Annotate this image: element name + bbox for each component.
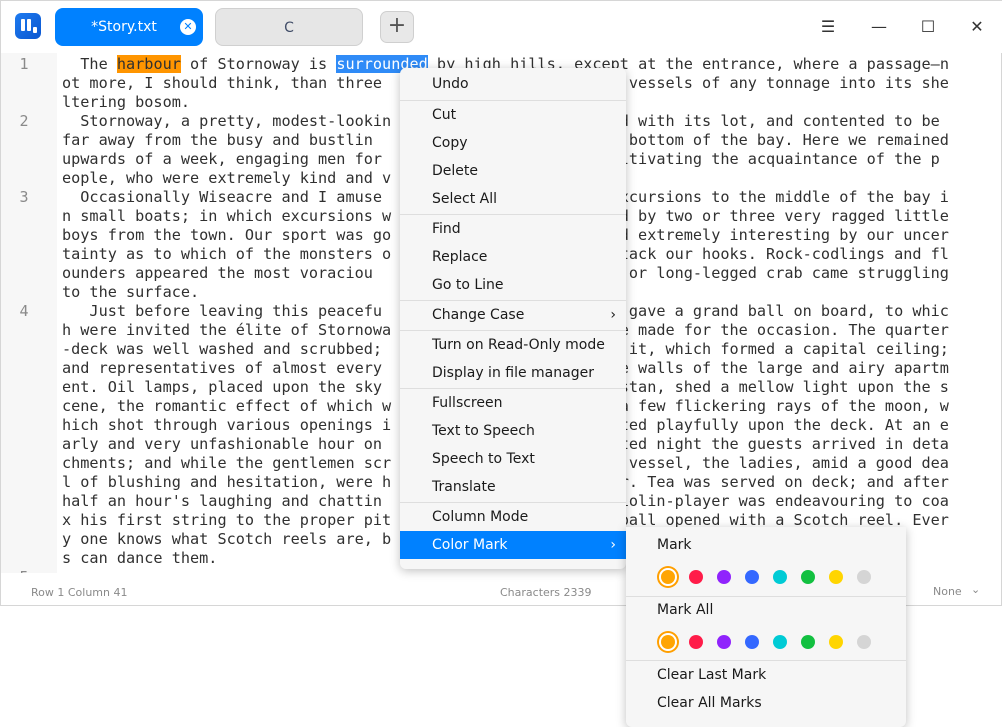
character-count: Characters 2339 (500, 586, 592, 599)
color-mark-submenu: Mark Mark All Clear Last Mark Clear All … (626, 527, 906, 727)
line-number: 5 (1, 568, 47, 573)
tab-story-txt[interactable]: *Story.txt ✕ (55, 8, 203, 46)
clear-last-mark-item[interactable]: Clear Last Mark (657, 667, 766, 683)
tab-c[interactable]: C (215, 8, 363, 46)
close-window-icon[interactable]: ✕ (965, 15, 989, 39)
chevron-down-icon[interactable]: ⌄ (971, 583, 980, 596)
menu-item-text-to-speech[interactable]: Text to Speech (400, 417, 626, 445)
menu-item-speech-to-text[interactable]: Speech to Text (400, 445, 626, 473)
menu-item-change-case[interactable]: Change Case › (400, 301, 626, 329)
menu-item-column-mode[interactable]: Column Mode (400, 503, 626, 531)
color-swatch[interactable] (801, 635, 815, 649)
menu-separator (626, 660, 906, 661)
app-logo-icon (15, 13, 41, 39)
text-line: s can dance them. (62, 549, 218, 567)
menu-item-translate[interactable]: Translate (400, 473, 626, 501)
menu-separator (626, 596, 906, 597)
menu-item-copy[interactable]: Copy (400, 129, 626, 157)
color-swatch[interactable] (689, 635, 703, 649)
menu-item-find[interactable]: Find (400, 215, 626, 243)
color-swatch[interactable] (857, 570, 871, 584)
title-bar: *Story.txt ✕ C + ☰ — ☐ ✕ (1, 1, 1002, 53)
menu-item-cut[interactable]: Cut (400, 101, 626, 129)
color-swatch[interactable] (829, 570, 843, 584)
tab-close-icon[interactable]: ✕ (180, 19, 196, 35)
menu-item-replace[interactable]: Replace (400, 243, 626, 271)
chevron-right-icon: › (610, 537, 616, 553)
mark-all-label: Mark All (657, 602, 714, 618)
line-number: 1 (19, 55, 29, 73)
color-swatch[interactable] (857, 635, 871, 649)
line-number: 2 (19, 112, 29, 130)
maximize-icon[interactable]: ☐ (916, 15, 940, 39)
add-tab-button[interactable]: + (380, 11, 414, 43)
highlight-mode-select[interactable]: None (933, 585, 962, 598)
menu-item-fullscreen[interactable]: Fullscreen (400, 389, 626, 417)
chevron-right-icon: › (610, 307, 616, 323)
menu-item-color-mark[interactable]: Color Mark › (400, 531, 626, 559)
color-swatch[interactable] (717, 635, 731, 649)
color-swatch[interactable] (829, 635, 843, 649)
color-swatch[interactable] (661, 570, 675, 584)
clear-all-marks-item[interactable]: Clear All Marks (657, 695, 762, 711)
text-line: ltering bosom. (62, 93, 191, 111)
line-number-gutter: 1 2 3 4 5 (1, 53, 57, 573)
tab-label: C (284, 20, 294, 36)
mark-label: Mark (657, 537, 692, 553)
color-swatch[interactable] (745, 635, 759, 649)
color-swatch[interactable] (773, 570, 787, 584)
color-swatch[interactable] (717, 570, 731, 584)
menu-item-display-in-file-manager[interactable]: Display in file manager (400, 359, 626, 387)
color-swatch[interactable] (773, 635, 787, 649)
text-line: to the surface. (62, 283, 200, 301)
context-menu: Undo Cut Copy Delete Select All Find Rep… (400, 68, 626, 569)
line-number: 4 (19, 302, 29, 320)
color-marked-word: harbour (116, 55, 181, 73)
menu-item-read-only-mode[interactable]: Turn on Read-Only mode (400, 331, 626, 359)
menu-item-undo[interactable]: Undo (400, 70, 626, 98)
color-swatch[interactable] (689, 570, 703, 584)
cursor-position: Row 1 Column 41 (31, 586, 128, 599)
menu-item-select-all[interactable]: Select All (400, 185, 626, 213)
color-swatch[interactable] (745, 570, 759, 584)
main-menu-icon[interactable]: ☰ (816, 15, 840, 39)
menu-item-go-to-line[interactable]: Go to Line (400, 271, 626, 299)
minimize-icon[interactable]: — (867, 15, 891, 39)
tab-label: *Story.txt (91, 19, 157, 35)
color-swatch[interactable] (661, 635, 675, 649)
menu-item-delete[interactable]: Delete (400, 157, 626, 185)
text-line: eople, who were extremely kind and v (62, 169, 392, 187)
color-swatch[interactable] (801, 570, 815, 584)
line-number: 3 (19, 188, 29, 206)
